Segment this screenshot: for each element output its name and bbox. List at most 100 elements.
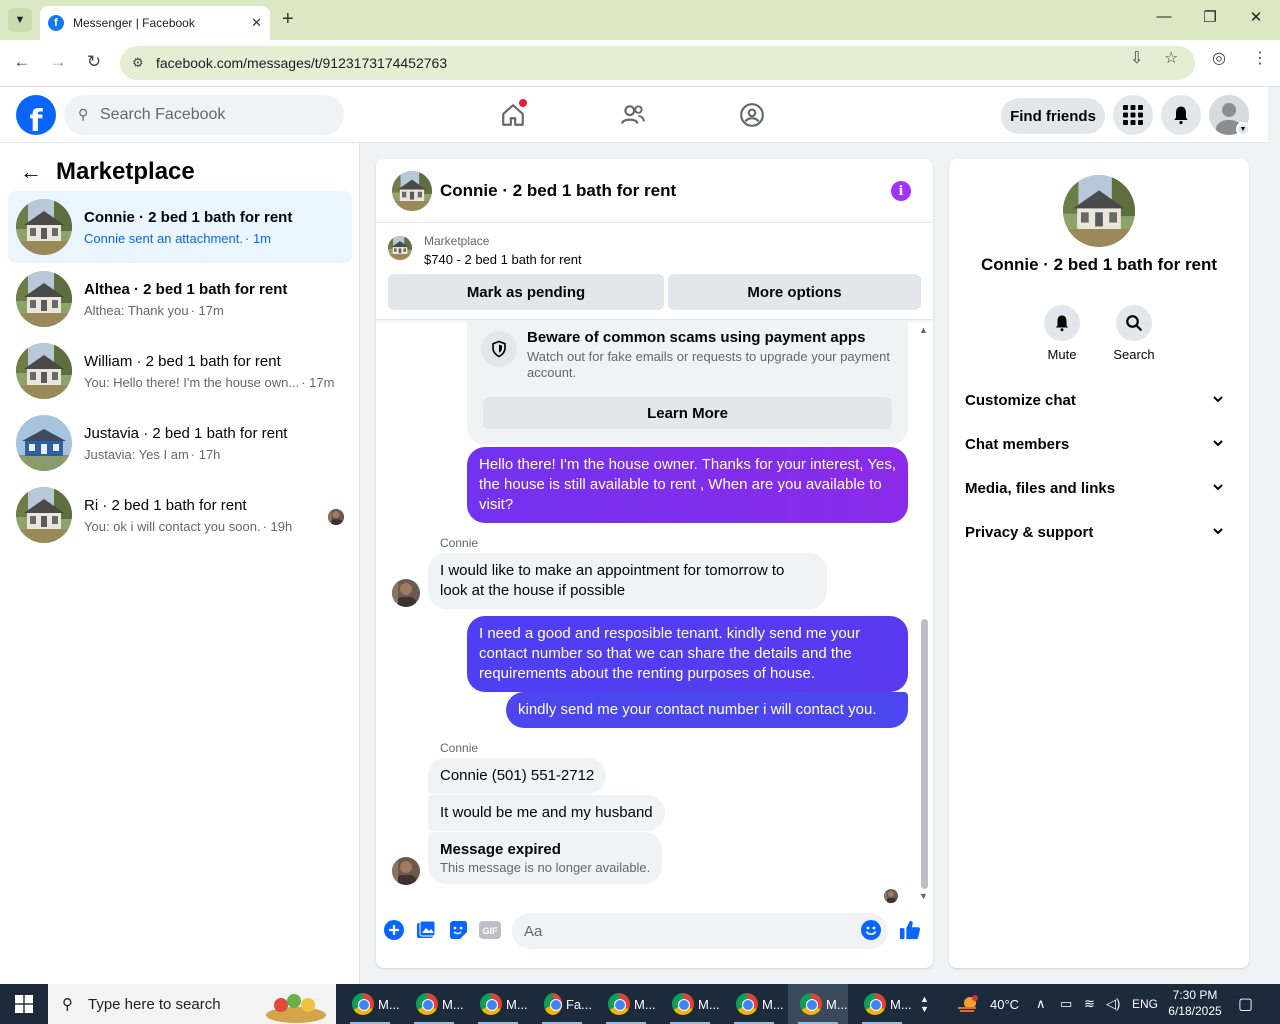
meet-now-icon[interactable]: ▭ (1060, 984, 1072, 1024)
sender-avatar[interactable] (392, 857, 420, 885)
close-window-button[interactable]: ✕ (1244, 8, 1268, 26)
forward-icon[interactable]: → (46, 52, 70, 72)
windows-start-button[interactable] (0, 984, 48, 1024)
chat-avatar[interactable] (392, 171, 432, 211)
site-info-icon[interactable]: ⚙ (132, 55, 144, 71)
mark-as-pending-button[interactable]: Mark as pending (388, 274, 664, 310)
weather-widget[interactable]: 40°C (956, 984, 1019, 1024)
taskbar-app-chrome[interactable]: M... (660, 984, 720, 1024)
taskbar-app-chrome-active[interactable]: M... (788, 984, 848, 1024)
chat-title[interactable]: Connie · 2 bed 1 bath for rent (440, 181, 676, 201)
conversation-time: · 19h (262, 518, 293, 534)
language-indicator[interactable]: ENG (1132, 984, 1158, 1024)
incoming-message[interactable]: I would like to make an appointment for … (428, 553, 827, 609)
privacy-support-section[interactable]: Privacy & support (957, 510, 1241, 554)
tab-search-dropdown[interactable]: ▼ (8, 8, 32, 32)
facebook-search[interactable]: ⚲ (64, 95, 344, 135)
account-icon[interactable]: ◎ (1212, 48, 1226, 68)
emoji-icon[interactable] (860, 919, 882, 941)
message-scrollbar[interactable]: ▲ ▼ (918, 323, 930, 901)
browser-tab-messenger[interactable]: f Messenger | Facebook ✕ (40, 6, 270, 40)
back-icon[interactable]: ← (10, 52, 34, 72)
details-avatar[interactable] (1063, 175, 1135, 247)
scroll-down-arrow-icon[interactable]: ▼ (919, 891, 928, 901)
conversation-item[interactable]: Ri · 2 bed 1 bath for rent You: ok i wil… (8, 479, 352, 551)
info-icon[interactable]: i (891, 181, 911, 201)
install-app-icon[interactable]: ⇩ (1130, 48, 1143, 68)
taskbar-app-chrome[interactable]: M... (852, 984, 912, 1024)
chat-members-section[interactable]: Chat members (957, 422, 1241, 466)
more-options-button[interactable]: More options (668, 274, 921, 310)
listing-thumbnail[interactable] (388, 236, 412, 260)
outgoing-message[interactable]: I need a good and resposible tenant. kin… (467, 616, 908, 692)
sender-avatar[interactable] (392, 579, 420, 607)
conversation-time: · 17m (301, 374, 335, 390)
conversation-item[interactable]: William · 2 bed 1 bath for rent You: Hel… (8, 335, 352, 407)
notification-center-icon[interactable]: ▢ (1238, 984, 1253, 1024)
taskbar-search-box[interactable]: ⚲ Type here to search (48, 984, 336, 1024)
facebook-search-input[interactable] (100, 106, 320, 124)
reload-icon[interactable]: ↻ (82, 52, 106, 72)
conversation-item[interactable]: Althea · 2 bed 1 bath for rent Althea: T… (8, 263, 352, 335)
incoming-message[interactable]: Connie (501) 551-2712 (428, 758, 607, 794)
new-tab-button[interactable]: + (282, 9, 294, 29)
taskbar-app-label: M... (378, 996, 400, 1012)
taskbar-app-chrome[interactable]: M... (596, 984, 656, 1024)
page-scrollbar[interactable] (1268, 87, 1280, 984)
restore-button[interactable]: ❐ (1198, 8, 1222, 26)
taskbar-scroll-arrows[interactable]: ▲ ▼ (920, 984, 929, 1024)
back-arrow-icon[interactable]: ← (20, 159, 42, 185)
taskbar-app-chrome[interactable]: M... (724, 984, 784, 1024)
expired-message[interactable]: Message expired This message is no longe… (428, 832, 663, 884)
menu-kebab-icon[interactable]: ⋮ (1252, 48, 1268, 68)
message-input[interactable] (512, 913, 888, 949)
home-nav-button[interactable] (497, 99, 529, 131)
mute-button[interactable]: Mute (1032, 305, 1092, 362)
taskbar-app-chrome[interactable]: M... (468, 984, 528, 1024)
outgoing-message[interactable]: kindly send me your contact number i wil… (506, 692, 908, 728)
wifi-icon[interactable]: ≋ (1084, 984, 1095, 1024)
outgoing-message[interactable]: Hello there! I'm the house owner. Thanks… (467, 447, 908, 523)
conversation-item[interactable]: Justavia · 2 bed 1 bath for rent Justavi… (8, 407, 352, 479)
groups-nav-button[interactable] (736, 99, 768, 131)
minimize-button[interactable]: — (1152, 8, 1176, 25)
bookmark-star-icon[interactable]: ☆ (1164, 48, 1178, 68)
taskbar-clock[interactable]: 7:30 PM 6/18/2025 (1160, 987, 1230, 1019)
sticker-icon[interactable] (447, 919, 469, 941)
scroll-up-arrow-icon[interactable]: ▲ (919, 325, 928, 335)
chevron-down-icon[interactable]: ▼ (1236, 122, 1250, 136)
gif-icon[interactable]: GIF (479, 919, 501, 941)
chrome-icon (800, 993, 822, 1015)
listing-price[interactable]: $740 - 2 bed 1 bath for rent (424, 252, 582, 267)
menu-button[interactable] (1113, 95, 1153, 135)
taskbar-app-chrome[interactable]: Fa... (532, 984, 592, 1024)
learn-more-button[interactable]: Learn More (483, 397, 892, 429)
grid-menu-icon (1123, 105, 1143, 125)
conversation-name: Althea · 2 bed 1 bath for rent (84, 280, 288, 298)
section-label: Chat members (965, 435, 1070, 453)
scrollbar-thumb[interactable] (921, 619, 928, 889)
show-hidden-icons[interactable]: ∧ (1036, 984, 1046, 1024)
search-chat-button[interactable]: Search (1104, 305, 1164, 362)
chrome-icon (864, 993, 886, 1015)
media-files-links-section[interactable]: Media, files and links (957, 466, 1241, 510)
volume-icon[interactable]: ◁) (1106, 984, 1120, 1024)
friends-nav-button[interactable] (617, 99, 649, 131)
plus-icon[interactable] (383, 919, 405, 941)
house-thumbnail (16, 199, 72, 255)
photo-icon[interactable] (415, 919, 437, 941)
thumbs-up-icon[interactable] (899, 919, 921, 941)
customize-chat-section[interactable]: Customize chat (957, 378, 1241, 422)
tab-close-icon[interactable]: ✕ (251, 15, 262, 31)
facebook-logo-icon[interactable]: f (16, 95, 56, 135)
conversation-preview: You: Hello there! I'm the house own... (84, 374, 300, 390)
find-friends-button[interactable]: Find friends (1001, 98, 1105, 134)
windows-taskbar: ⚲ Type here to search M... M... M... Fa.… (0, 984, 1280, 1024)
notifications-button[interactable] (1161, 95, 1201, 135)
incoming-message[interactable]: It would be me and my husband (428, 795, 665, 831)
address-bar[interactable]: ⚙ facebook.com/messages/t/91231731744527… (120, 46, 1195, 80)
taskbar-app-chrome[interactable]: M... (404, 984, 464, 1024)
conversation-item[interactable]: Connie · 2 bed 1 bath for rent Connie se… (8, 191, 352, 263)
taskbar-app-chrome[interactable]: M... (340, 984, 400, 1024)
weather-icon (958, 995, 978, 1012)
